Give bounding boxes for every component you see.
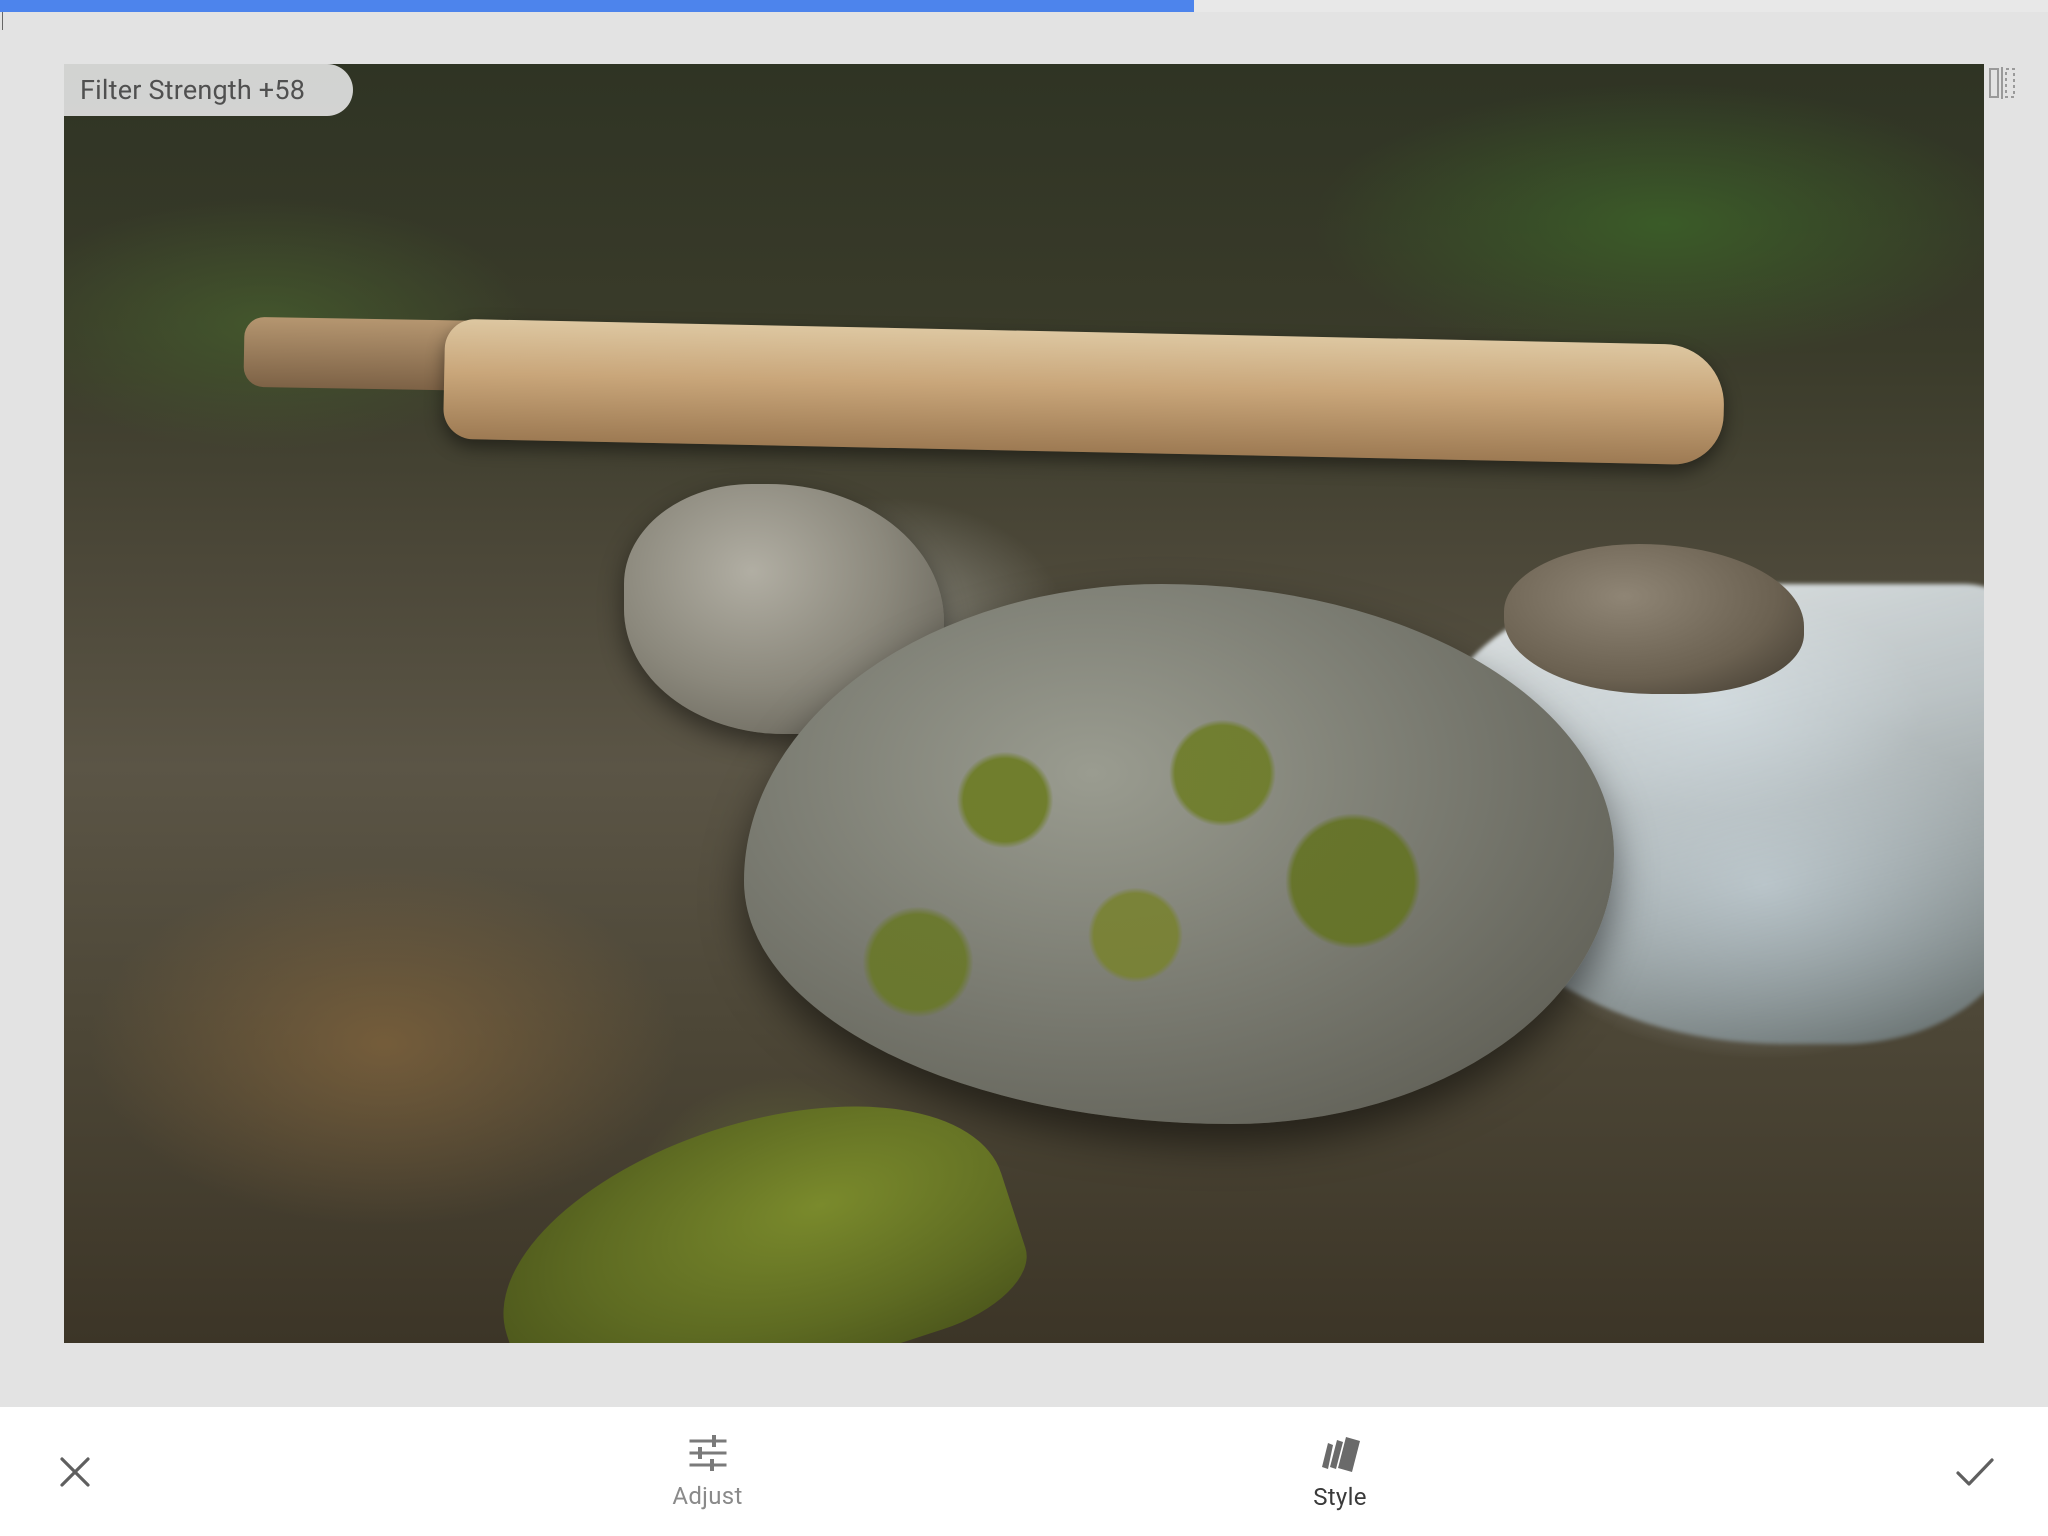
- photo-editor-app: Filter Strength +58 Adjust Style: [0, 0, 2048, 1536]
- close-icon: [60, 1456, 90, 1487]
- compare-split-icon[interactable]: [1988, 66, 2016, 100]
- progress-track: [0, 0, 2048, 12]
- adjust-label: Adjust: [672, 1481, 743, 1510]
- apply-button[interactable]: [1940, 1407, 2010, 1536]
- filter-strength-label: Filter Strength +58: [80, 74, 306, 106]
- fallen-log: [442, 318, 1726, 466]
- style-tab[interactable]: Style: [1275, 1407, 1405, 1536]
- filter-strength-indicator: Filter Strength +58: [64, 64, 354, 116]
- style-cards-icon: [1322, 1436, 1360, 1472]
- sliders-icon: [689, 1434, 726, 1471]
- bottom-toolbar: Adjust Style: [0, 1407, 2048, 1536]
- checkmark-icon: [1956, 1457, 1994, 1486]
- boulder-right: [1504, 544, 1804, 694]
- progress-fill: [0, 0, 1194, 12]
- style-label: Style: [1313, 1482, 1367, 1511]
- boulder-large-mossy: [744, 584, 1614, 1124]
- photo-canvas[interactable]: [64, 64, 1984, 1343]
- adjust-tab[interactable]: Adjust: [640, 1407, 775, 1536]
- boulder-mossy-foreground: [466, 1050, 1042, 1343]
- cancel-button[interactable]: [40, 1407, 110, 1536]
- text-cursor: [2, 12, 3, 30]
